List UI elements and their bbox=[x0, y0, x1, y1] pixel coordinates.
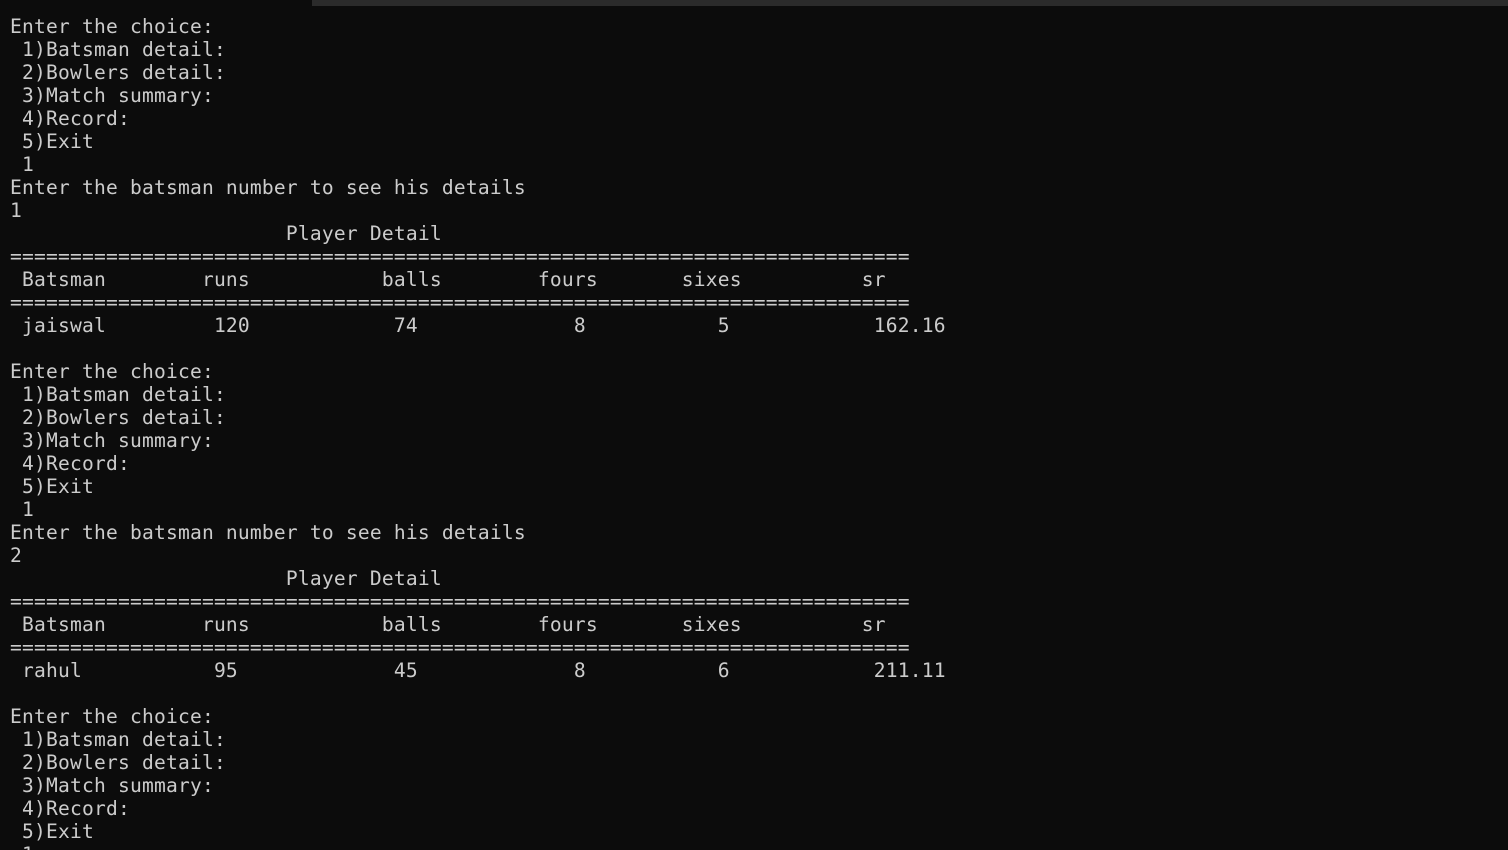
console-line: Enter the choice: bbox=[10, 705, 214, 728]
console-line: 2 bbox=[10, 544, 22, 567]
console-line: 3)Match summary: bbox=[10, 429, 214, 452]
console-line: rahul 95 45 8 6 211.11 bbox=[10, 659, 946, 682]
active-tab[interactable] bbox=[0, 0, 312, 6]
console-line: 1 bbox=[10, 199, 22, 222]
console-line: 2)Bowlers detail: bbox=[10, 751, 226, 774]
console-line: ========================================… bbox=[10, 245, 910, 268]
console-line: Enter the choice: bbox=[10, 15, 214, 38]
console-line: Enter the batsman number to see his deta… bbox=[10, 176, 526, 199]
console-line: 1)Batsman detail: bbox=[10, 38, 226, 61]
console-line: 3)Match summary: bbox=[10, 84, 214, 107]
console-line: 1)Batsman detail: bbox=[10, 728, 226, 751]
console-line: ========================================… bbox=[10, 590, 910, 613]
tab-strip bbox=[0, 0, 1508, 6]
console-line: 1)Batsman detail: bbox=[10, 383, 226, 406]
console-line: Batsman runs balls fours sixes sr bbox=[10, 268, 886, 291]
console-line: 2)Bowlers detail: bbox=[10, 61, 226, 84]
console-output[interactable]: Enter the choice: 1)Batsman detail: 2)Bo… bbox=[10, 15, 946, 850]
console-line: Batsman runs balls fours sixes sr bbox=[10, 613, 886, 636]
console-line: Enter the batsman number to see his deta… bbox=[10, 521, 526, 544]
console-line: 4)Record: bbox=[10, 797, 130, 820]
console-line: ========================================… bbox=[10, 291, 910, 314]
console-line: 5)Exit bbox=[10, 130, 94, 153]
console-line: 3)Match summary: bbox=[10, 774, 214, 797]
console-line: ========================================… bbox=[10, 636, 910, 659]
console-line: Player Detail bbox=[10, 567, 442, 590]
console-line: 5)Exit bbox=[10, 820, 94, 843]
console-line: 2)Bowlers detail: bbox=[10, 406, 226, 429]
console-line: jaiswal 120 74 8 5 162.16 bbox=[10, 314, 946, 337]
console-line: 1 bbox=[10, 153, 34, 176]
console-line: 5)Exit bbox=[10, 475, 94, 498]
console-line: 4)Record: bbox=[10, 107, 130, 130]
console-line: 1 bbox=[10, 843, 946, 850]
console-line: 1 bbox=[10, 498, 34, 521]
console-line: Player Detail bbox=[10, 222, 442, 245]
console-line: 4)Record: bbox=[10, 452, 130, 475]
terminal-window[interactable]: Enter the choice: 1)Batsman detail: 2)Bo… bbox=[0, 0, 1508, 850]
console-line: Enter the choice: bbox=[10, 360, 214, 383]
